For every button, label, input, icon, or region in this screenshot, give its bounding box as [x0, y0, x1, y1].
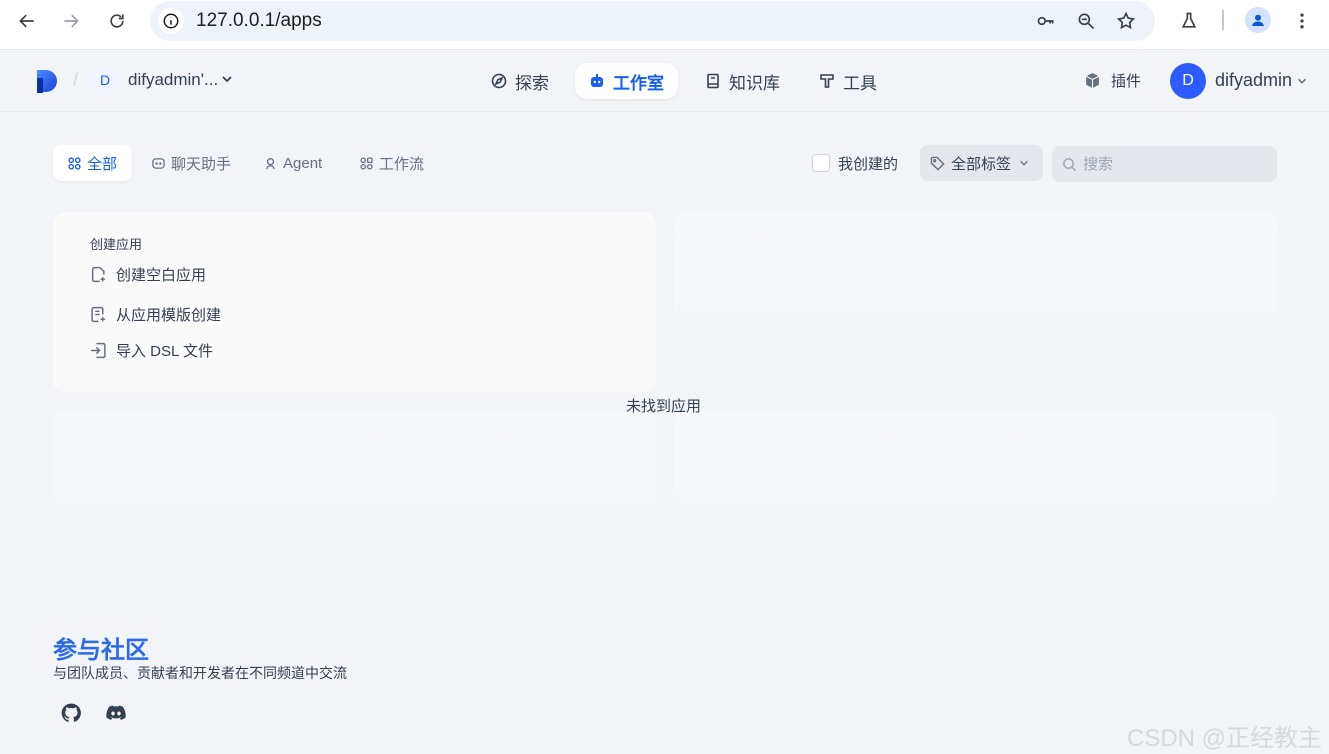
user-avatar[interactable]: D	[1170, 63, 1206, 99]
placeholder-card	[53, 410, 656, 570]
nav-tools-label: 工具	[843, 73, 877, 93]
template-icon	[91, 306, 105, 323]
nav-explore-label: 探索	[515, 73, 549, 93]
create-from-template-option[interactable]: 从应用模版创建	[90, 304, 221, 325]
nav-tools[interactable]: 工具	[805, 63, 891, 99]
community-description: 与团队成员、贡献者和开发者在不同频道中交流	[53, 665, 347, 681]
nav-explore[interactable]: 探索	[477, 63, 563, 99]
dify-logo-icon[interactable]	[37, 70, 59, 93]
nav-knowledge-label: 知识库	[729, 73, 780, 93]
menu-kebab-icon[interactable]	[1289, 8, 1315, 34]
tab-agent[interactable]: Agent	[249, 145, 337, 181]
user-name[interactable]: difyadmin	[1215, 70, 1292, 91]
chevron-down-icon[interactable]	[221, 73, 233, 85]
workspace-avatar[interactable]: D	[92, 67, 118, 93]
placeholder-card	[674, 410, 1277, 570]
create-blank-app-label: 创建空白应用	[116, 267, 207, 284]
reload-icon[interactable]	[104, 8, 130, 34]
created-by-me-checkbox[interactable]	[812, 154, 830, 172]
header-separator: /	[73, 70, 79, 90]
empty-state-text: 未找到应用	[626, 398, 702, 415]
grid-icon	[68, 156, 81, 170]
search-box[interactable]	[1052, 146, 1277, 182]
create-app-title: 创建应用	[90, 237, 143, 252]
workspace-name[interactable]: difyadmin'...	[128, 70, 218, 90]
chevron-down-icon	[1020, 160, 1028, 166]
key-icon[interactable]	[1033, 8, 1059, 34]
back-icon[interactable]	[14, 8, 40, 34]
toolbar-divider	[1222, 10, 1224, 30]
tab-agent-label: Agent	[283, 154, 323, 172]
search-icon	[1063, 157, 1077, 171]
hammer-icon	[820, 74, 834, 88]
watermark-text: CSDN @正经教主	[1127, 725, 1323, 752]
tag-filter-select[interactable]: 全部标签	[920, 145, 1043, 181]
tag-icon	[930, 156, 945, 171]
plugins-button[interactable]: 插件	[1084, 70, 1141, 91]
import-icon	[91, 342, 106, 359]
nav-studio[interactable]: 工作室	[575, 63, 678, 99]
discord-icon[interactable]	[105, 702, 127, 724]
nav-studio-label: 工作室	[613, 73, 664, 93]
browser-profile-icon[interactable]	[1245, 7, 1271, 33]
chevron-down-icon[interactable]	[1297, 76, 1307, 86]
nav-knowledge[interactable]: 知识库	[691, 63, 794, 99]
create-from-template-label: 从应用模版创建	[116, 307, 222, 324]
bookmark-star-icon[interactable]	[1113, 8, 1139, 34]
placeholder-card	[674, 212, 1277, 392]
url-text[interactable]: 127.0.0.1/apps	[196, 9, 322, 33]
zoom-icon[interactable]	[1073, 8, 1099, 34]
search-input[interactable]	[1083, 155, 1263, 173]
site-info-icon[interactable]	[158, 8, 184, 34]
labs-flask-icon[interactable]	[1176, 8, 1202, 34]
tab-chat[interactable]: 聊天助手	[137, 145, 246, 181]
tab-workflow-label: 工作流	[379, 155, 425, 173]
community-title: 参与社区	[53, 637, 149, 664]
create-app-card: 创建应用 创建空白应用 从应用模版创建 导入 DSL 文件	[53, 212, 656, 392]
import-dsl-label: 导入 DSL 文件	[116, 343, 213, 360]
create-blank-app-option[interactable]: 创建空白应用	[90, 264, 206, 285]
tab-workflow[interactable]: 工作流	[345, 145, 439, 181]
file-plus-icon	[91, 266, 105, 283]
compass-icon	[491, 73, 507, 89]
cube-icon	[1085, 73, 1100, 88]
browser-toolbar: 127.0.0.1/apps	[0, 0, 1329, 50]
forward-icon[interactable]	[58, 8, 84, 34]
workflow-icon	[360, 156, 373, 170]
book-icon	[707, 73, 719, 89]
app-header: / D difyadmin'... 探索 工作室 知识库 工具 插件 D dif…	[0, 50, 1329, 112]
import-dsl-option[interactable]: 导入 DSL 文件	[90, 340, 213, 361]
created-by-me-label[interactable]: 我创建的	[838, 153, 898, 174]
tab-chat-label: 聊天助手	[171, 155, 232, 173]
chat-icon	[152, 157, 165, 169]
agent-icon	[266, 157, 275, 169]
plugins-label: 插件	[1111, 73, 1142, 90]
robot-icon	[591, 74, 603, 87]
github-icon[interactable]	[60, 702, 82, 724]
tab-all[interactable]: 全部	[53, 145, 133, 181]
tab-all-label: 全部	[87, 155, 118, 173]
tag-filter-label: 全部标签	[951, 155, 1012, 173]
